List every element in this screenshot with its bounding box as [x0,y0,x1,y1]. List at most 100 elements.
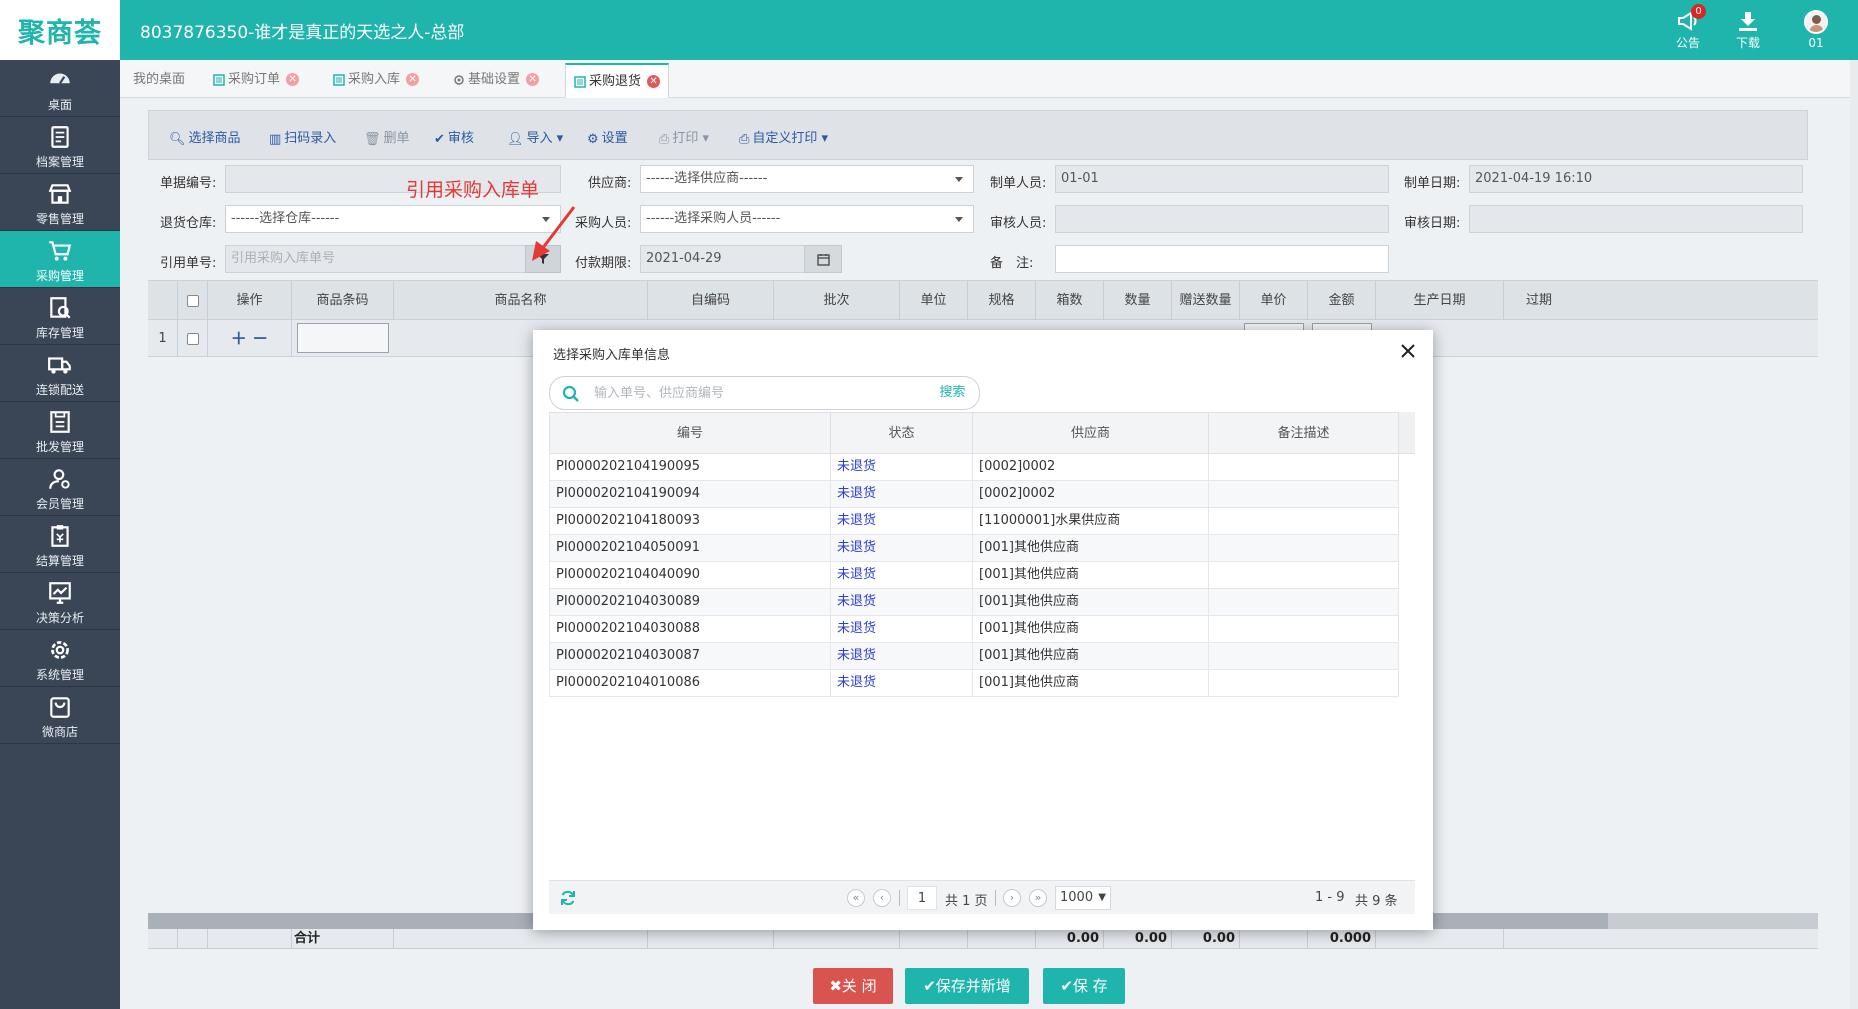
search-button[interactable]: 搜索 [926,376,980,410]
import-button[interactable]: 👤︎ 导入 ▾ [507,127,563,147]
table-row[interactable]: PI0000202104190094 未退货 [0002]0002 [549,481,1399,508]
close-icon[interactable] [1399,342,1417,360]
row-no: PI0000202104030087 [549,643,831,670]
close-icon[interactable]: ✕ [286,73,300,86]
minus-icon[interactable]: － [252,329,268,348]
warehouse-select[interactable]: ------选择仓库------ [225,205,561,233]
barcode-cell-input[interactable] [297,323,389,353]
download-button[interactable]: 下载 [1724,10,1772,51]
calendar-button[interactable] [804,245,842,273]
sidebar-item-label: 零售管理 [35,212,84,226]
shop-bag-icon [50,697,70,718]
table-row[interactable]: PI0000202104190095 未退货 [0002]0002 [549,454,1399,481]
sidebar-item[interactable]: 采购管理 [0,231,120,288]
download-label: 下载 [1735,36,1760,50]
annotation-arrow-icon [532,206,576,261]
close-button[interactable]: ✖关 闭 [813,968,893,1004]
table-row[interactable]: PI0000202104030088 未退货 [001]其他供应商 [549,616,1399,643]
tab-basic-settings[interactable]: 基础设置 ✕ [445,63,547,98]
settings-button[interactable]: ⚙ 设置 [587,127,628,147]
remark-field[interactable] [1055,245,1389,273]
sidebar-item[interactable]: 系统管理 [0,630,120,687]
scan-entry-button[interactable]: ▥ 扫码录入 [269,127,336,147]
sidebar-item[interactable]: 档案管理 [0,117,120,174]
tab-bar: 我的桌面 采购订单 ✕ 采购入库 ✕ 基础设置 ✕ 采购退货 ✕ [120,60,1850,98]
sidebar-item-label: 批发管理 [35,440,84,454]
custom-print-button[interactable]: ⎙ 自定义打印 ▾ [739,127,828,147]
tab-purchase-inbound[interactable]: 采购入库 ✕ [325,63,427,98]
save-and-new-button[interactable]: ✔保存并新增 [905,968,1029,1004]
tab-purchase-return[interactable]: 采购退货 ✕ [565,63,670,98]
refresh-icon[interactable] [559,889,577,907]
print-button[interactable]: ⎙ 打印 ▾ [659,127,709,147]
tab-label: 采购退货 [589,74,642,89]
column-header-status: 状态 [831,412,973,454]
row-no: PI0000202104190095 [549,454,831,481]
sidebar-item[interactable]: 批发管理 [0,402,120,459]
search-input[interactable] [594,383,914,403]
archive-icon [51,126,69,148]
row-status: 未退货 [831,643,973,670]
column-header-remark: 备注描述 [1209,412,1399,454]
table-row[interactable]: PI0000202104180093 未退货 [11000001]水果供应商 [549,508,1399,535]
audit-date-label: 审核日期: [1404,216,1461,231]
select-all-checkbox[interactable] [178,281,208,321]
table-row[interactable]: PI0000202104040090 未退货 [001]其他供应商 [549,562,1399,589]
row-no: PI0000202104040090 [549,562,831,589]
sidebar-item[interactable]: 会员管理 [0,459,120,516]
table-row[interactable]: PI0000202104050091 未退货 [001]其他供应商 [549,535,1399,562]
document-icon [213,73,225,86]
row-no: PI0000202104030088 [549,616,831,643]
sidebar-item[interactable]: 零售管理 [0,174,120,231]
calendar-icon [816,253,830,266]
select-goods-button[interactable]: 🔍︎ 选择商品 [169,127,241,147]
table-row[interactable]: PI0000202104010086 未退货 [001]其他供应商 [549,670,1399,697]
save-button[interactable]: ✔保 存 [1043,968,1125,1004]
tab-my-desktop[interactable]: 我的桌面 [125,63,193,98]
sidebar-item[interactable]: 微商店 [0,687,120,744]
notice-button[interactable]: 0 公告 [1664,4,1712,51]
page-size-select[interactable]: 1000 ▼ [1055,886,1111,910]
total-amount: 0.000 [1308,929,1376,949]
ref-no-field[interactable]: 引用采购入库单号 [225,245,561,273]
audit-button[interactable]: ✔ 审核 [434,127,474,147]
table-row[interactable]: PI0000202104030087 未退货 [001]其他供应商 [549,643,1399,670]
row-remark [1209,643,1399,670]
last-page-button[interactable]: » [1029,889,1047,907]
pay-due-field[interactable]: 2021-04-29 [640,245,842,273]
next-page-button[interactable]: › [1003,889,1021,907]
plus-icon[interactable]: ＋ [231,329,247,348]
table-scrollbar[interactable] [1399,412,1415,454]
app-logo: 聚商荟 [0,0,120,60]
printer-icon: ⎙ [659,132,670,147]
table-row[interactable]: PI0000202104030089 未退货 [001]其他供应商 [549,589,1399,616]
close-icon[interactable]: ✕ [406,73,420,86]
sidebar-item[interactable]: 连锁配送 [0,345,120,402]
tab-purchase-order[interactable]: 采购订单 ✕ [205,63,307,98]
page-number-input[interactable]: 1 [907,886,937,910]
row-supplier: [001]其他供应商 [973,616,1209,643]
doc-no-label: 单据编号: [160,176,217,191]
supplier-select[interactable]: ------选择供应商------ [640,165,974,193]
sidebar-item[interactable]: 库存管理 [0,288,120,345]
close-icon[interactable]: ✕ [647,75,661,88]
sidebar-item[interactable]: 决策分析 [0,573,120,630]
first-page-button[interactable]: « [847,889,865,907]
row-no: PI0000202104050091 [549,535,831,562]
sidebar-item-label: 库存管理 [35,326,84,340]
delete-doc-button[interactable]: 🗑︎ 删单 [364,127,410,147]
total-pages-label: 共 1 页 [945,894,988,909]
buyer-select[interactable]: ------选择采购人员------ [640,205,974,233]
make-date-field: 2021-04-19 16:10 [1469,165,1803,193]
row-checkbox[interactable] [178,320,208,357]
modal-title: 选择采购入库单信息 [553,348,671,363]
row-no: PI0000202104180093 [549,508,831,535]
prev-page-button[interactable]: ‹ [873,889,891,907]
barcode-icon: ▥ [269,132,282,147]
close-icon[interactable]: ✕ [526,73,540,86]
sidebar-item[interactable]: 结算管理 [0,516,120,573]
user-menu[interactable]: 01 [1792,10,1840,50]
sidebar-item[interactable]: 桌面 [0,60,120,117]
tab-label: 我的桌面 [133,72,186,87]
column-header-no: 编号 [549,412,831,454]
